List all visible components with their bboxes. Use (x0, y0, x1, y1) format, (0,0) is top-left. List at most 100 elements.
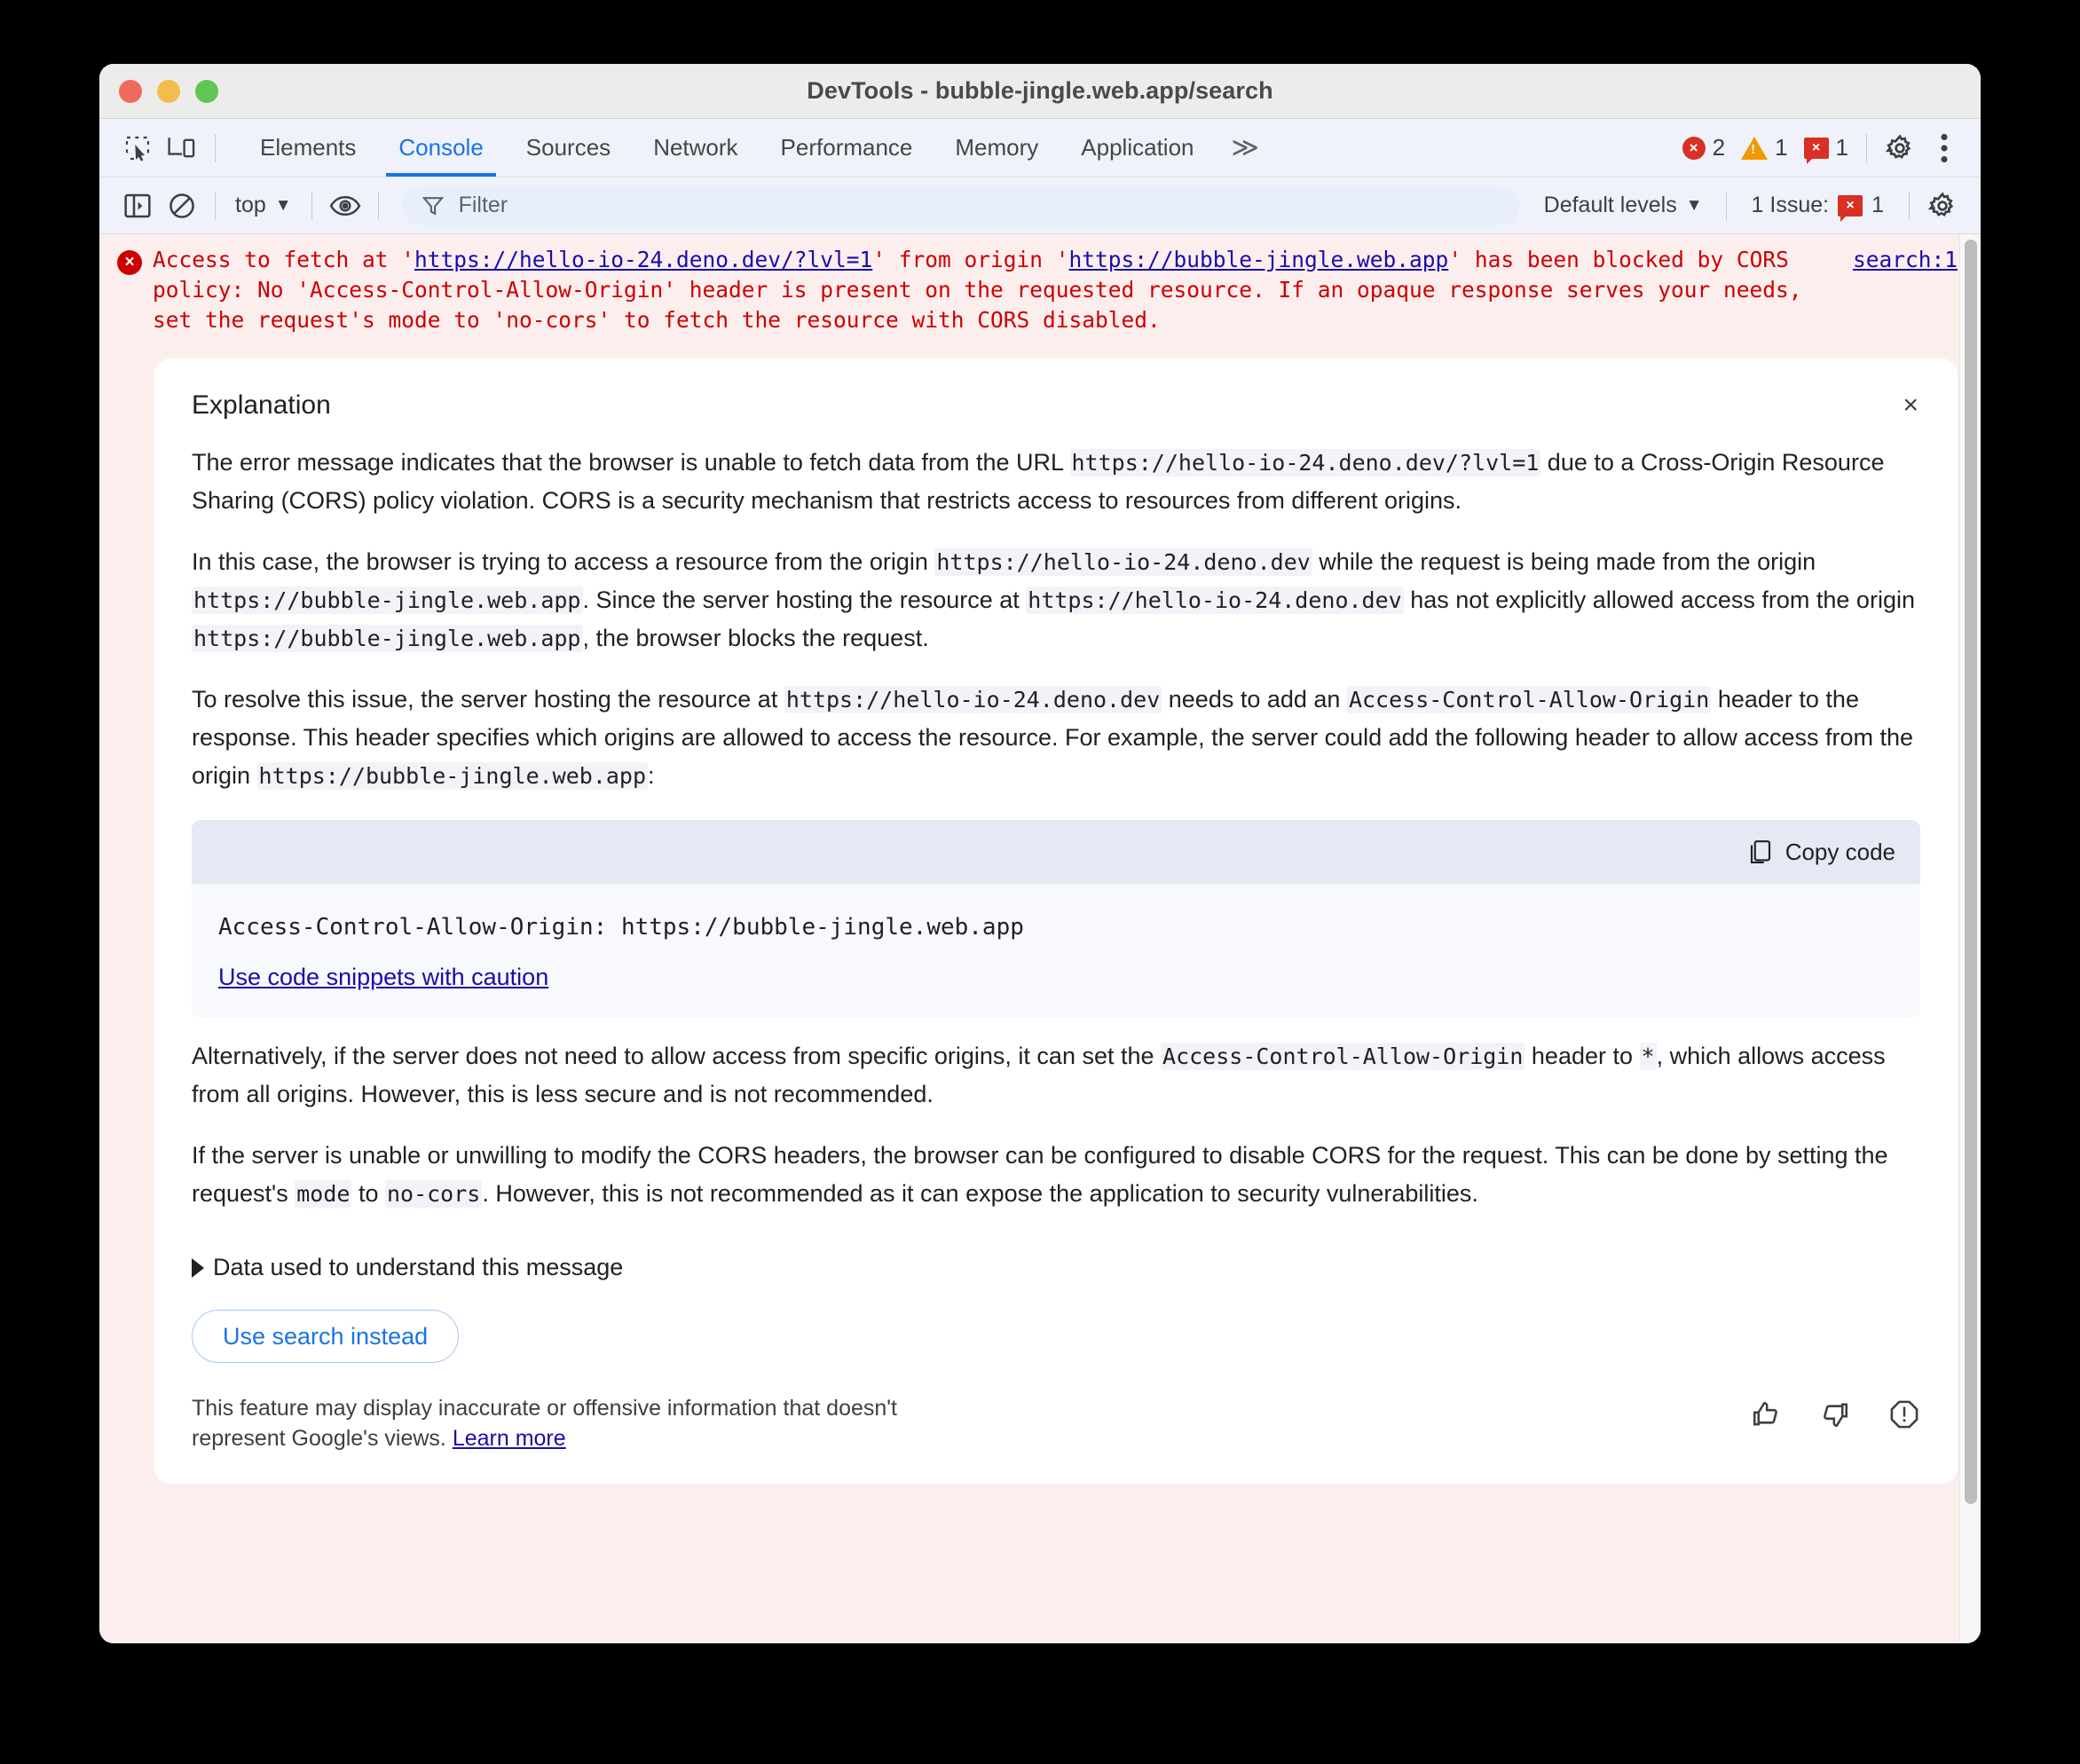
console-toolbar-divider-5 (1909, 191, 1910, 220)
device-toolbar-icon[interactable] (160, 126, 204, 170)
gear-icon[interactable] (1878, 126, 1922, 170)
explanation-paragraph: In this case, the browser is trying to a… (192, 543, 1920, 658)
issue-counter[interactable]: × 1 (1803, 134, 1848, 164)
console-toolbar-divider-3 (377, 191, 379, 220)
report-icon[interactable] (1888, 1398, 1920, 1430)
explanation-paragraph: Alternatively, if the server does not ne… (192, 1037, 1920, 1114)
console-error-text: Access to fetch at 'https://hello-io-24.… (153, 245, 1833, 335)
filter-icon (422, 194, 445, 217)
code-caution-link[interactable]: Use code snippets with caution (218, 964, 548, 991)
error-text-segment: Access to fetch at ' (153, 247, 415, 272)
explanation-paragraph: To resolve this issue, the server hostin… (192, 681, 1920, 795)
tab-application[interactable]: Application (1060, 119, 1215, 177)
error-url-link-2[interactable]: https://bubble-jingle.web.app (1069, 247, 1449, 272)
log-levels-selector[interactable]: Default levels ▼ (1532, 193, 1715, 218)
console-toolbar: top ▼ Filter Default levels ▼ 1 Issue: ×… (99, 177, 1981, 234)
data-used-disclosure[interactable]: Data used to understand this message (192, 1254, 1920, 1281)
console-error-message[interactable]: × Access to fetch at 'https://hello-io-2… (99, 234, 1981, 344)
paragraph-text: has not explicitly allowed access from t… (1403, 587, 1915, 613)
error-icon: × (1682, 136, 1706, 160)
execution-context-value: top (235, 193, 266, 217)
thumb-up-icon[interactable] (1750, 1398, 1782, 1430)
paragraph-text: The error message indicates that the bro… (192, 449, 1070, 476)
use-search-instead-button[interactable]: Use search instead (192, 1310, 460, 1363)
clear-console-icon[interactable] (160, 184, 204, 228)
paragraph-text: , the browser blocks the request. (582, 625, 929, 651)
feedback-buttons (1750, 1393, 1920, 1430)
inline-code: https://hello-io-24.deno.dev (934, 548, 1312, 576)
page-title: Explanation (192, 390, 331, 420)
more-tabs-icon[interactable]: ≫ (1216, 132, 1275, 163)
devtools-tab-bar: Elements Console Sources Network Perform… (99, 119, 1981, 177)
inline-code: Access-Control-Allow-Origin (1161, 1043, 1525, 1070)
copy-code-button[interactable]: Copy code (1748, 839, 1895, 866)
issue-count: 1 (1835, 134, 1848, 161)
tab-network[interactable]: Network (632, 119, 759, 177)
close-window-button[interactable] (119, 79, 142, 103)
chevron-down-icon: ▼ (274, 195, 292, 215)
console-messages-area: × Access to fetch at 'https://hello-io-2… (99, 234, 1981, 1643)
error-count: 2 (1712, 134, 1726, 161)
inline-code: https://hello-io-24.deno.dev (1026, 587, 1404, 614)
filter-placeholder: Filter (458, 193, 508, 217)
code-snippet-header: Copy code (192, 820, 1920, 884)
zoom-window-button[interactable] (195, 79, 218, 103)
chevron-down-icon: ▼ (1685, 195, 1703, 215)
toolbar-divider (215, 133, 216, 162)
paragraph-text: In this case, the browser is trying to a… (192, 548, 935, 575)
warning-icon: ! (1741, 136, 1769, 160)
paragraph-text: header to (1525, 1043, 1640, 1069)
tab-performance[interactable]: Performance (760, 119, 934, 177)
tab-console[interactable]: Console (377, 119, 504, 177)
explanation-paragraphs-after: Alternatively, if the server does not ne… (192, 1037, 1920, 1213)
console-toolbar-divider-1 (215, 191, 216, 220)
warning-counter[interactable]: ! 1 (1741, 134, 1788, 161)
title-bar: DevTools - bubble-jingle.web.app/search (99, 64, 1981, 119)
close-icon[interactable]: × (1895, 387, 1926, 424)
tab-sources[interactable]: Sources (505, 119, 632, 177)
scrollbar-thumb[interactable] (1965, 240, 1977, 1504)
panel-tabs: Elements Console Sources Network Perform… (239, 119, 1275, 177)
execution-context-selector[interactable]: top ▼ (226, 193, 301, 218)
paragraph-text: to (351, 1180, 385, 1207)
error-source-link[interactable]: search:1 (1853, 247, 1958, 335)
error-counter[interactable]: × 2 (1682, 134, 1725, 161)
tab-memory[interactable]: Memory (934, 119, 1060, 177)
window-title: DevTools - bubble-jingle.web.app/search (807, 77, 1273, 104)
inspect-element-icon[interactable] (115, 126, 160, 170)
paragraph-text: while the request is being made from the… (1312, 548, 1816, 575)
explanation-paragraphs: The error message indicates that the bro… (192, 444, 1920, 795)
counter-divider (1866, 133, 1867, 162)
explanation-card: Explanation × The error message indicate… (154, 358, 1958, 1484)
issues-button[interactable]: 1 Issue: × 1 (1737, 193, 1898, 222)
console-settings-gear-icon[interactable] (1920, 184, 1965, 228)
error-url-link-1[interactable]: https://hello-io-24.deno.dev/?lvl=1 (414, 247, 872, 272)
inline-code: mode (295, 1180, 352, 1208)
issue-icon: × (1838, 194, 1863, 222)
paragraph-text: Alternatively, if the server does not ne… (192, 1043, 1162, 1069)
explanation-header: Explanation × (192, 387, 1920, 424)
explanation-paragraph: The error message indicates that the bro… (192, 444, 1920, 520)
warning-count: 1 (1775, 134, 1788, 161)
issue-icon: × (1803, 137, 1829, 164)
live-expression-icon[interactable] (323, 184, 367, 228)
kebab-menu-icon[interactable] (1922, 126, 1966, 170)
tab-elements[interactable]: Elements (239, 119, 377, 177)
paragraph-text: needs to add an (1162, 686, 1347, 713)
minimize-window-button[interactable] (157, 79, 180, 103)
console-scrollbar[interactable] (1959, 234, 1981, 1643)
filter-input[interactable]: Filter (401, 185, 1519, 225)
issues-count: 1 (1871, 193, 1884, 217)
inline-code: https://bubble-jingle.web.app (256, 762, 649, 790)
learn-more-link[interactable]: Learn more (453, 1426, 566, 1451)
copy-code-label: Copy code (1785, 838, 1895, 865)
data-used-label: Data used to understand this message (213, 1254, 624, 1280)
paragraph-text: . However, this is not recommended as it… (482, 1180, 1478, 1207)
thumb-down-icon[interactable] (1819, 1398, 1851, 1430)
inline-code: https://bubble-jingle.web.app (192, 625, 583, 652)
traffic-light-buttons[interactable] (119, 79, 218, 103)
console-sidebar-icon[interactable] (115, 184, 160, 228)
inline-code: no-cors (384, 1180, 483, 1208)
inline-code: https://hello-io-24.deno.dev/?lvl=1 (1069, 449, 1541, 476)
explanation-footer: This feature may display inaccurate or o… (192, 1393, 1920, 1453)
